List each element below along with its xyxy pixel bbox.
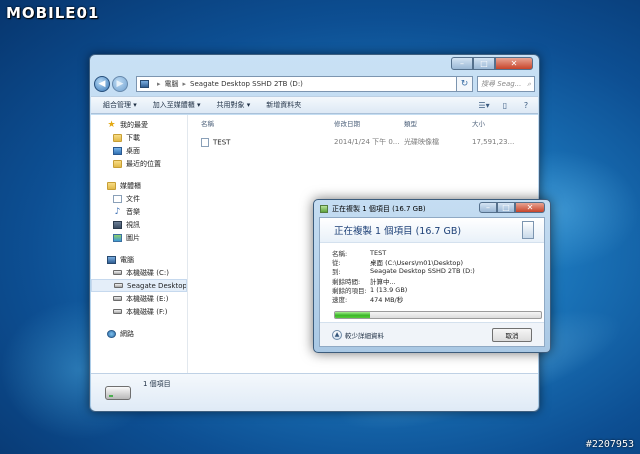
preview-pane-icon[interactable]: ▯ [499,100,511,111]
command-bar: 組合管理 ▾ 加入至媒體櫃 ▾ 共用對象 ▾ 新增資料夾 ☰▾ ▯ ? [91,96,538,114]
minimize-button[interactable]: – [479,202,497,213]
column-type[interactable]: 類型 [404,118,472,128]
detail-name: 名稱: TEST [332,248,387,258]
detail-speed: 速度: 474 MB/秒 [332,296,404,305]
sidebar-item-documents[interactable]: 文件 [91,192,187,205]
forward-button[interactable]: ▶ [112,76,128,92]
network-icon [107,329,116,338]
item-count: 1 個項目 [143,380,171,388]
detail-from: 從: 桌面 (C:\Users\m01\Desktop) [332,258,464,267]
column-size[interactable]: 大小 [472,118,532,128]
window-controls: – □ ✕ [451,57,533,70]
search-placeholder: 搜尋 Seag... [481,80,522,88]
maximize-button[interactable]: □ [497,202,515,213]
sidebar-item-drive-f[interactable]: 本機磁碟 (F:) [91,305,187,318]
dialog-heading: 正在複製 1 個項目 (16.7 GB) [320,218,544,243]
image-id-label: #2207953 [585,439,634,450]
help-icon[interactable]: ? [520,100,532,111]
sidebar-item-drive-d[interactable]: Seagate Desktop SSHD [91,279,187,292]
file-name: TEST [213,138,231,146]
documents-icon [113,194,122,203]
file-row[interactable]: TEST 2014/1/24 下午 0... 光碟映像檔 17,591,23..… [189,134,538,150]
search-icon: ⌕ [527,79,531,88]
sidebar-item-drive-c[interactable]: 本機磁碟 (C:) [91,266,187,279]
disk-drive-icon [113,270,122,275]
document-icon [522,221,534,239]
dialog-footer: ▲ 較少詳細資料 取消 [320,322,544,346]
computer-icon [107,255,116,264]
close-button[interactable]: ✕ [495,57,533,70]
include-in-library-button[interactable]: 加入至媒體櫃 ▾ [153,100,201,110]
details-pane: 1 個項目 [91,373,538,411]
sidebar-item-music[interactable]: ♪ 音樂 [91,205,187,218]
view-options-icon[interactable]: ☰▾ [478,100,490,111]
file-modified: 2014/1/24 下午 0... [334,138,400,146]
sidebar-item-pictures[interactable]: 圖片 [91,231,187,244]
close-button[interactable]: ✕ [515,202,545,213]
music-icon: ♪ [114,206,121,217]
share-with-button[interactable]: 共用對象 ▾ [217,100,251,110]
chevron-up-icon: ▲ [332,329,342,340]
copy-progress-dialog: 正在複製 1 個項目 (16.7 GB) – □ ✕ 正在複製 1 個項目 (1… [313,199,551,353]
back-button[interactable]: ◀ [94,76,110,92]
disk-drive-icon [113,309,122,314]
dialog-titlebar: 正在複製 1 個項目 (16.7 GB) [320,204,426,214]
navigation-bar: ◀ ▶ ▸ 電腦 ▸ Seagate Desktop SSHD 2TB (D:)… [94,74,535,94]
file-size: 17,591,23... [472,138,515,146]
star-icon: ★ [107,119,116,130]
progress-fill [335,311,371,318]
sidebar-item-recent-places[interactable]: 最近的位置 [91,157,187,170]
column-headers: 名稱 修改日期 類型 大小 [189,117,538,129]
sidebar-item-videos[interactable]: 視訊 [91,218,187,231]
computer-icon [140,80,149,88]
maximize-button[interactable]: □ [473,57,495,70]
sidebar-item-downloads[interactable]: 下載 [91,131,187,144]
disc-image-file-icon [201,137,209,147]
recent-places-icon [113,159,122,168]
address-bar[interactable]: ▸ 電腦 ▸ Seagate Desktop SSHD 2TB (D:) [136,76,457,92]
pictures-icon [113,233,122,242]
new-folder-button[interactable]: 新增資料夾 [266,100,301,110]
downloads-folder-icon [113,133,122,142]
copy-icon [320,205,328,213]
sidebar-libraries[interactable]: 媒體櫃 [91,179,187,192]
sidebar-item-desktop[interactable]: 桌面 [91,144,187,157]
column-modified[interactable]: 修改日期 [334,118,404,128]
disk-drive-icon [114,283,123,288]
disk-drive-icon [113,296,122,301]
drive-icon [105,386,131,400]
breadcrumb-root[interactable]: 電腦 [165,79,179,89]
sidebar-item-drive-e[interactable]: 本機磁碟 (E:) [91,292,187,305]
site-watermark: MOBILE01 [6,4,100,22]
refresh-icon[interactable]: ↻ [457,76,473,92]
detail-items-remaining: 剩餘的項目: 1 (13.9 GB) [332,285,408,295]
column-name[interactable]: 名稱 [189,118,334,128]
cancel-button[interactable]: 取消 [492,327,532,342]
dialog-title: 正在複製 1 個項目 (16.7 GB) [332,205,426,213]
video-icon [113,220,122,229]
breadcrumb-current[interactable]: Seagate Desktop SSHD 2TB (D:) [190,80,303,88]
organize-button[interactable]: 組合管理 ▾ [103,100,137,110]
sidebar-computer[interactable]: 電腦 [91,253,187,266]
minimize-button[interactable]: – [451,57,473,70]
sidebar-favorites[interactable]: ★ 我的最愛 [91,118,187,131]
dialog-window-controls: – □ ✕ [479,202,545,213]
copy-details: 名稱: TEST 從: 桌面 (C:\Users\m01\Desktop) 到: Se… [320,243,544,305]
detail-time-remaining: 剩餘時間: 計算中... [332,277,396,286]
copy-progress-bar [334,310,542,319]
detail-to: 到: Seagate Desktop SSHD 2TB (D:) [332,267,475,277]
library-icon [107,181,116,190]
search-input[interactable]: 搜尋 Seag... ⌕ [477,76,535,92]
sidebar-network[interactable]: 網路 [91,327,187,340]
desktop-icon [113,146,122,155]
navigation-pane: ★ 我的最愛 下載 桌面 最近的位置 媒體櫃 文件 ♪ 音樂 視訊 圖片 電腦 本機… [91,115,188,373]
fewer-details-toggle[interactable]: ▲ 較少詳細資料 [332,329,384,340]
dialog-body: 正在複製 1 個項目 (16.7 GB) 名稱: TEST 從: 桌面 (C:\Us… [319,217,545,347]
file-type: 光碟映像檔 [404,138,439,146]
